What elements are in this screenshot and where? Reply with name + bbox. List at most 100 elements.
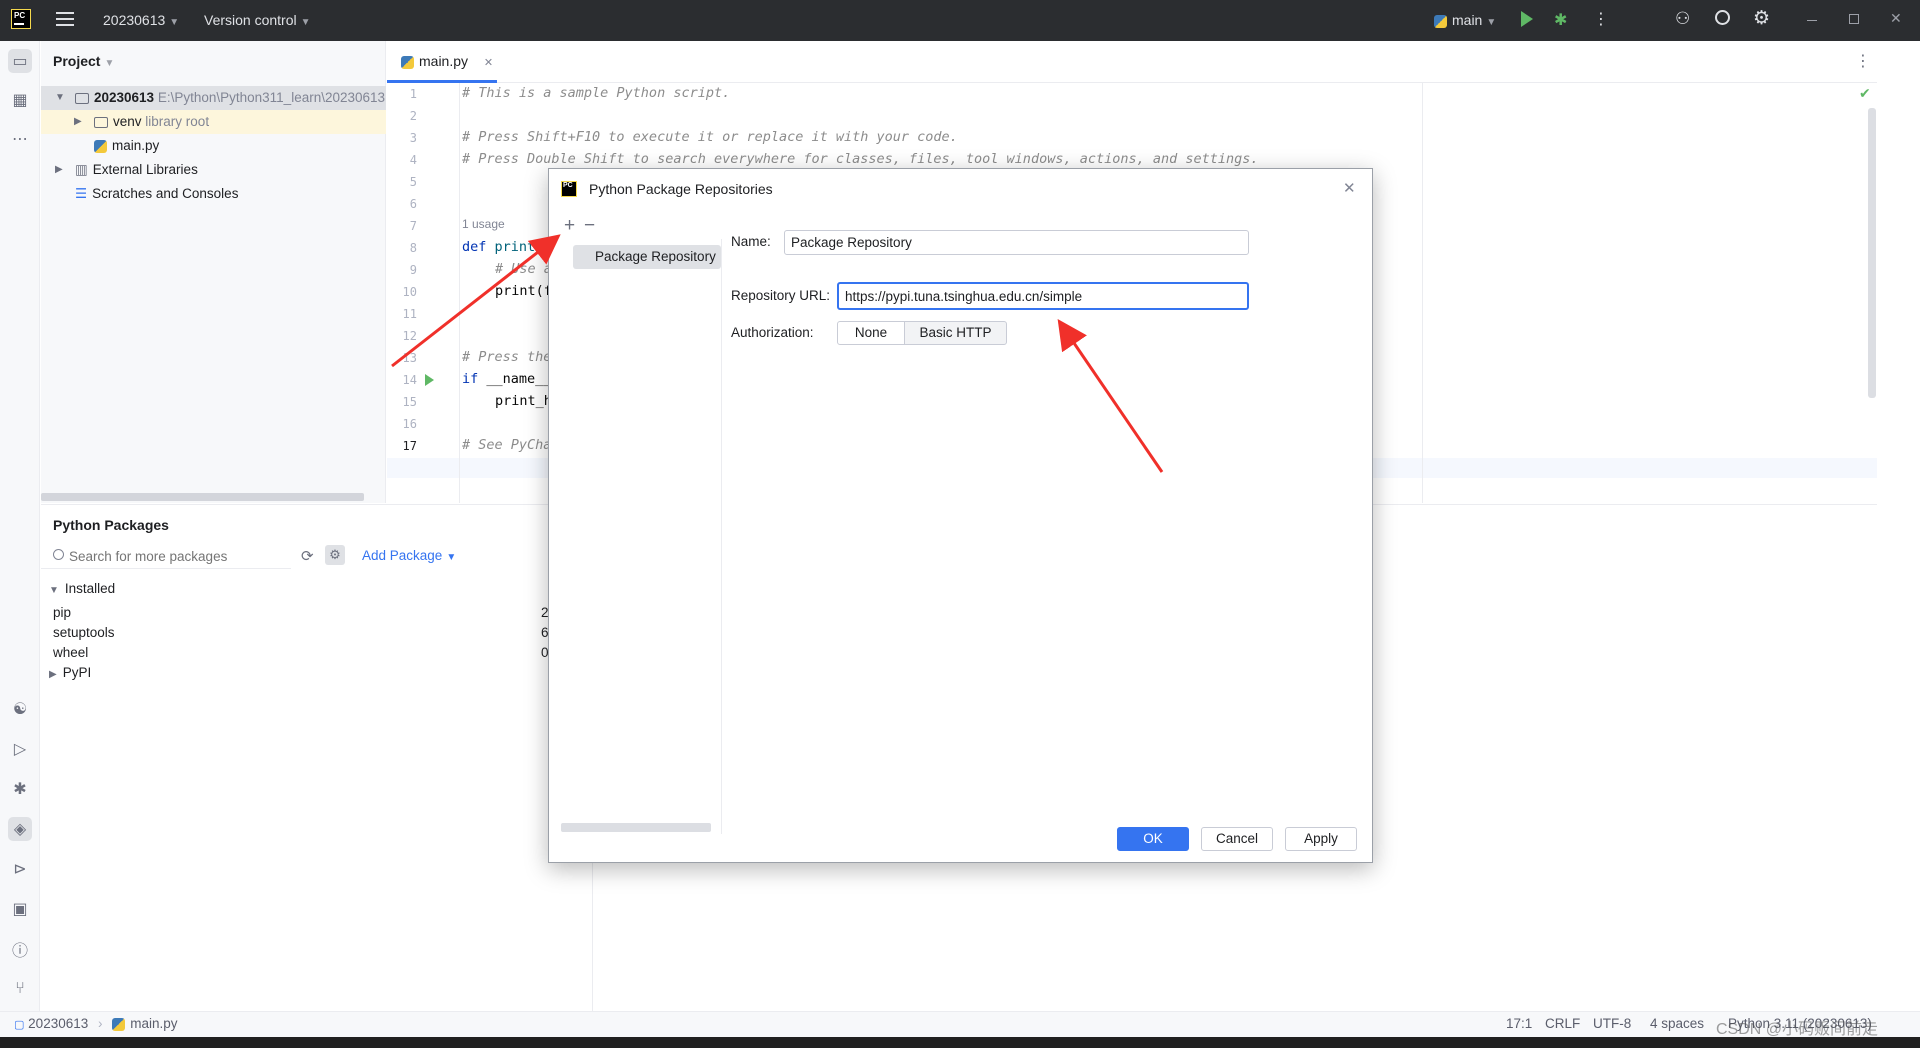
close-tab-icon[interactable]: ✕: [484, 57, 493, 69]
debug-icon[interactable]: ✱: [1554, 10, 1567, 30]
folder-icon[interactable]: ▭: [8, 49, 32, 73]
main-menu-icon[interactable]: [56, 12, 74, 26]
package-search-input[interactable]: [69, 545, 287, 567]
caret-position[interactable]: 17:1: [1506, 1016, 1532, 1031]
close-window-icon[interactable]: ✕: [1890, 10, 1902, 27]
name-input[interactable]: [784, 230, 1249, 255]
pypi-group[interactable]: ▶ PyPI: [49, 665, 91, 680]
horizontal-scrollbar[interactable]: [41, 493, 364, 501]
package-row[interactable]: pip23.: [53, 603, 593, 623]
python-console-icon[interactable]: ☯: [8, 697, 32, 721]
project-panel-header[interactable]: Project ▼: [53, 53, 114, 69]
add-package-button[interactable]: Add Package ▼: [362, 548, 456, 563]
tree-item-scratches[interactable]: ☰ Scratches and Consoles: [41, 182, 386, 206]
title-bar: PC 20230613 ▼ Version control ▼ main ▼ ✱ ⋮ …: [0, 0, 1920, 41]
refresh-icon[interactable]: ⟳: [301, 547, 314, 565]
tree-item-external-libraries[interactable]: ▶ ▥ External Libraries: [41, 158, 386, 182]
chevron-down-icon: ▼: [446, 552, 457, 563]
repository-url-input[interactable]: [837, 282, 1249, 310]
package-row[interactable]: wheel0.4: [53, 643, 593, 663]
restore-icon[interactable]: [1849, 14, 1859, 24]
line-number: 12: [402, 329, 417, 343]
python-icon: [1434, 14, 1447, 28]
tab-actions-icon[interactable]: ⋮: [1855, 51, 1871, 71]
indent-setting[interactable]: 4 spaces: [1650, 1016, 1704, 1031]
tab-main-py[interactable]: main.py ✕: [387, 41, 497, 83]
more-actions-icon[interactable]: ⋮: [1593, 9, 1609, 29]
problems-icon[interactable]: ⓘ: [8, 937, 32, 961]
remove-repository-icon[interactable]: −: [584, 215, 595, 237]
installed-group[interactable]: ▼ Installed: [49, 581, 115, 596]
package-repositories-dialog: PC Python Package Repositories ✕ + − Pac…: [548, 168, 1373, 863]
add-repository-icon[interactable]: +: [564, 215, 575, 237]
code-line: print(f: [495, 283, 552, 299]
run-gutter-icon[interactable]: [425, 374, 434, 386]
structure-icon[interactable]: ▦: [8, 88, 32, 112]
module-icon: ▢: [14, 1019, 25, 1031]
project-switcher[interactable]: 20230613 ▼: [103, 12, 179, 28]
left-tool-strip: ▭ ▦ ⋯ ☯ ▷ ✱ ◈ ⊳ ▣ ⓘ ⑂: [0, 41, 40, 1016]
chevron-down-icon: ▼: [1486, 17, 1497, 28]
file-encoding[interactable]: UTF-8: [1593, 1016, 1631, 1031]
code-line: print_h: [495, 393, 552, 409]
line-separator[interactable]: CRLF: [1545, 1016, 1580, 1031]
chevron-down-icon: ▼: [104, 58, 115, 69]
chevron-down-icon[interactable]: ▼: [55, 86, 67, 110]
code-line: # This is a sample Python script.: [462, 85, 731, 101]
package-search[interactable]: [41, 543, 291, 569]
code-line: def print: [462, 239, 536, 255]
auth-none-option[interactable]: None: [837, 321, 905, 345]
watermark: CSDN @小码贩间前走: [1716, 1021, 1879, 1038]
chevron-down-icon: ▼: [300, 17, 311, 28]
run-tool-icon[interactable]: ▷: [8, 737, 32, 761]
gear-icon[interactable]: ⚙: [1753, 7, 1770, 30]
python-file-icon: [112, 1017, 126, 1031]
dialog-title: Python Package Repositories: [589, 181, 773, 197]
package-name: pip: [53, 605, 72, 620]
git-icon[interactable]: ⑂: [8, 977, 32, 1001]
settings-icon[interactable]: ⚙: [325, 545, 345, 565]
dialog-title-bar: PC Python Package Repositories ✕: [549, 169, 1372, 209]
debug-tool-icon[interactable]: ✱: [8, 777, 32, 801]
python-packages-icon[interactable]: ◈: [8, 817, 32, 841]
folder-icon: [94, 116, 108, 128]
apply-button[interactable]: Apply: [1285, 827, 1357, 851]
usage-hint[interactable]: 1 usage: [462, 217, 505, 231]
run-config-selector[interactable]: main ▼: [1434, 12, 1496, 28]
package-row[interactable]: setuptools67.: [53, 623, 593, 643]
breadcrumb[interactable]: ▢ 20230613 › main.py: [14, 1016, 178, 1031]
tree-item-venv[interactable]: ▶ venv library root: [41, 110, 386, 134]
inspection-ok-icon[interactable]: ✔: [1859, 85, 1871, 102]
tree-item-main-py[interactable]: main.py: [41, 134, 386, 158]
vertical-scrollbar[interactable]: [1868, 108, 1876, 398]
minimize-icon[interactable]: [1807, 20, 1817, 21]
code-line: if __name__: [462, 371, 552, 387]
packages-title: Python Packages: [53, 517, 169, 533]
repository-list: Package Repository: [549, 239, 722, 834]
chevron-right-icon[interactable]: ▶: [55, 158, 67, 182]
search-icon[interactable]: [1715, 10, 1730, 25]
library-icon: ▥: [75, 162, 88, 177]
authorization-label: Authorization:: [731, 325, 814, 340]
tree-root[interactable]: ▼ 20230613 E:\Python\Python311_learn\202…: [41, 86, 386, 110]
add-user-icon[interactable]: ⚇: [1675, 9, 1690, 29]
terminal-icon[interactable]: ▣: [8, 897, 32, 921]
list-horizontal-scrollbar[interactable]: [561, 823, 711, 832]
line-number: 16: [402, 417, 417, 431]
pycharm-logo-icon: PC: [11, 9, 31, 29]
project-panel: Project ▼ ▼ 20230613 E:\Python\Python311_…: [41, 41, 386, 503]
code-line: # Use a: [495, 261, 552, 277]
cancel-button[interactable]: Cancel: [1201, 827, 1273, 851]
services-icon[interactable]: ⊳: [8, 857, 32, 881]
chevron-right-icon[interactable]: ▶: [74, 110, 86, 134]
python-file-icon: [401, 55, 414, 69]
vcs-menu[interactable]: Version control ▼: [204, 12, 311, 28]
run-icon[interactable]: [1521, 11, 1533, 27]
repository-list-item[interactable]: Package Repository: [573, 245, 721, 269]
status-bar: ▢ 20230613 › main.py 17:1 CRLF UTF-8 4 s…: [0, 1011, 1920, 1038]
close-icon[interactable]: ✕: [1343, 179, 1356, 197]
more-tools-icon[interactable]: ⋯: [8, 127, 32, 151]
ok-button[interactable]: OK: [1117, 827, 1189, 851]
auth-basic-http-option[interactable]: Basic HTTP: [904, 321, 1007, 345]
line-number: 13: [402, 351, 417, 365]
